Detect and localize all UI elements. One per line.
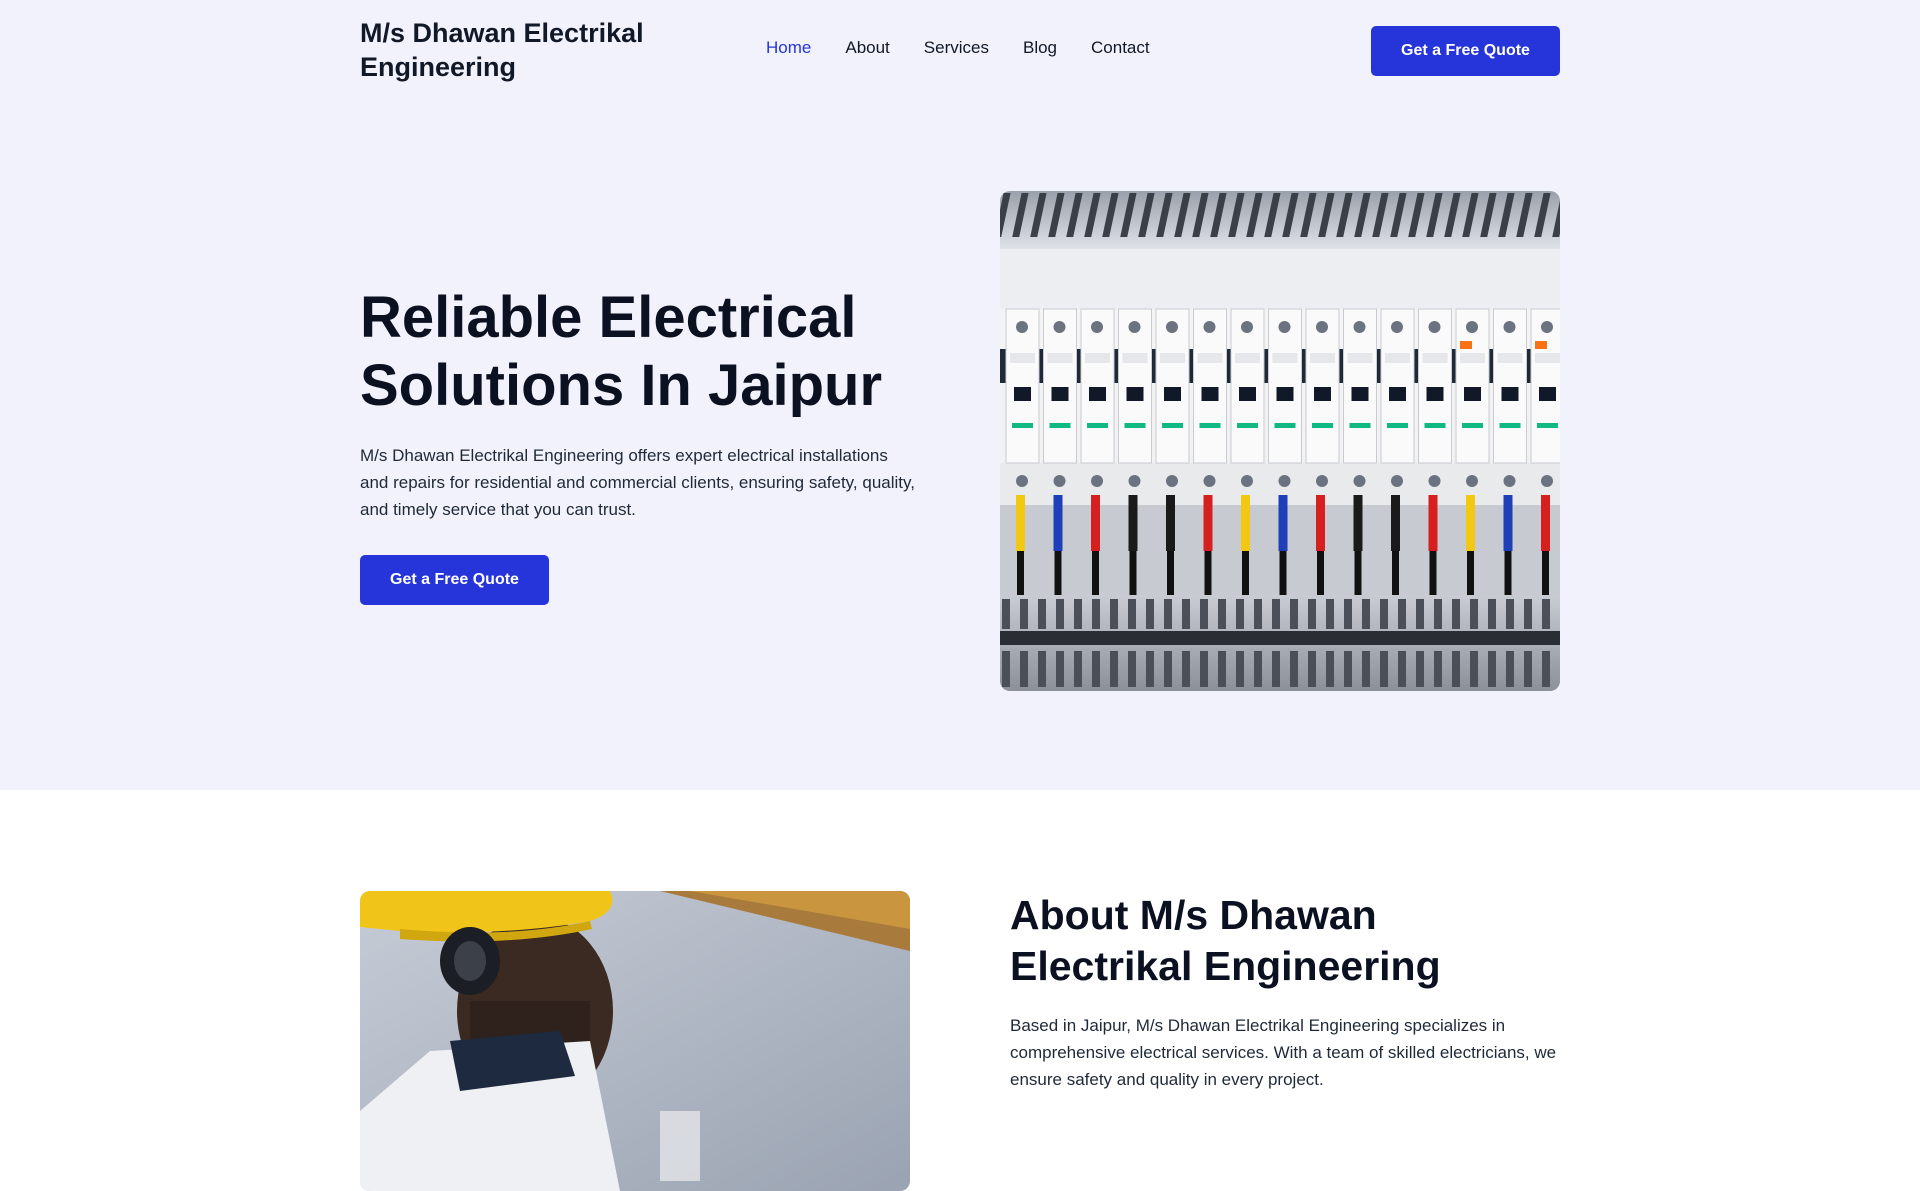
nav-services[interactable]: Services [924, 38, 989, 58]
about-section: About M/s Dhawan Electrikal Engineering … [360, 790, 1560, 1191]
hero-description: M/s Dhawan Electrikal Engineering offers… [360, 446, 915, 519]
header-quote-button[interactable]: Get a Free Quote [1371, 26, 1560, 76]
about-text: About M/s Dhawan Electrikal Engineering … [1010, 890, 1560, 1093]
nav-blog[interactable]: Blog [1023, 38, 1057, 58]
electrician-image [360, 891, 910, 1191]
circuit-breaker-panel-image [1000, 191, 1560, 691]
nav-contact[interactable]: Contact [1091, 38, 1150, 58]
site-logo-text[interactable]: M/s Dhawan Electrikal Engineering [360, 16, 720, 84]
hero-text: Reliable Electrical Solutions In Jaipur … [360, 284, 920, 605]
nav-home[interactable]: Home [766, 38, 811, 58]
about-description: Based in Jaipur, M/s Dhawan Electrikal E… [1010, 1016, 1557, 1089]
hero-title: Reliable Electrical Solutions In Jaipur [360, 285, 883, 418]
nav-about[interactable]: About [845, 38, 889, 58]
about-title: About M/s Dhawan Electrikal Engineering [1010, 892, 1441, 989]
main-nav: Home About Services Blog Contact [766, 38, 1150, 58]
hero-quote-button[interactable]: Get a Free Quote [360, 555, 549, 605]
top-section: M/s Dhawan Electrikal Engineering Home A… [0, 0, 1920, 790]
site-header: M/s Dhawan Electrikal Engineering Home A… [360, 0, 1560, 102]
hero-section: Reliable Electrical Solutions In Jaipur … [360, 102, 1560, 790]
